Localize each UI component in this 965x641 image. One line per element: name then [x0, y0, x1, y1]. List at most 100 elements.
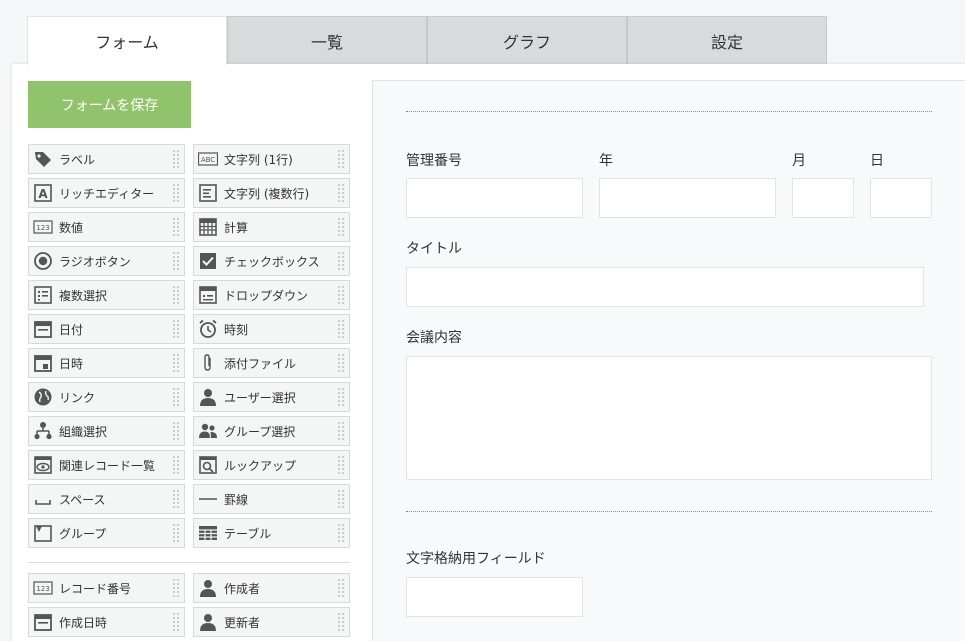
palette-item-left-5[interactable]: 日付	[28, 314, 185, 344]
group-icon	[33, 523, 53, 543]
palette-item-right-7[interactable]: ユーザー選択	[193, 382, 350, 412]
globe-icon	[33, 387, 53, 407]
drag-handle-icon[interactable]	[172, 489, 181, 509]
drag-handle-icon[interactable]	[337, 353, 346, 373]
form-layout-canvas: 管理番号 年 月 日 タイトル 会議内容 文字格納用フィールド	[372, 80, 965, 641]
palette-item-right-0[interactable]: ABC 文字列 (1行)	[193, 144, 350, 174]
palette-item-label: リッチエディター	[59, 186, 155, 201]
palette-item-right-11[interactable]: テーブル	[193, 518, 350, 548]
management-number-input[interactable]	[406, 178, 583, 218]
tab-list[interactable]: 一覧	[227, 16, 427, 64]
drag-handle-icon[interactable]	[172, 285, 181, 305]
form-editor-panel: フォームを保存 ラベル A リッチエディター 123 数値 ラジオボタン 複数選択 日付 日時リ…	[12, 64, 965, 641]
palette-item-left-7[interactable]: リンク	[28, 382, 185, 412]
palette-item-right-2[interactable]: 計算	[193, 212, 350, 242]
palette-item-label: リンク	[59, 390, 96, 405]
palette-item-label: チェックボックス	[224, 254, 320, 269]
storage-input[interactable]	[406, 577, 583, 617]
drag-handle-icon[interactable]	[172, 455, 181, 475]
meeting-content-textarea[interactable]	[406, 356, 932, 480]
drag-handle-icon[interactable]	[337, 183, 346, 203]
calculator-icon	[198, 217, 218, 237]
drag-handle-icon[interactable]	[337, 285, 346, 305]
drag-handle-icon[interactable]	[337, 612, 346, 632]
save-form-button[interactable]: フォームを保存	[28, 81, 191, 128]
tab-graph[interactable]: グラフ	[427, 16, 627, 64]
drag-handle-icon[interactable]	[337, 489, 346, 509]
space-icon	[33, 489, 53, 509]
palette-item-system-2[interactable]: 作成日時	[28, 607, 185, 637]
day-input[interactable]	[870, 178, 932, 218]
drag-handle-icon[interactable]	[172, 217, 181, 237]
drag-handle-icon[interactable]	[337, 421, 346, 441]
palette-item-system-3[interactable]: 更新者	[193, 607, 350, 637]
field-label-day: 日	[870, 153, 884, 169]
palette-item-right-10[interactable]: 罫線	[193, 484, 350, 514]
drag-handle-icon[interactable]	[172, 149, 181, 169]
svg-text:123: 123	[36, 224, 49, 232]
palette-item-right-8[interactable]: グループ選択	[193, 416, 350, 446]
drag-handle-icon[interactable]	[337, 387, 346, 407]
org-icon	[33, 421, 53, 441]
palette-item-left-0[interactable]: ラベル	[28, 144, 185, 174]
palette-item-label: 計算	[224, 220, 249, 235]
month-input[interactable]	[792, 178, 854, 218]
palette-item-left-9[interactable]: 関連レコード一覧	[28, 450, 185, 480]
drag-handle-icon[interactable]	[337, 319, 346, 339]
palette-item-left-11[interactable]: グループ	[28, 518, 185, 548]
palette-item-label: 関連レコード一覧	[59, 458, 156, 473]
title-input[interactable]	[406, 267, 924, 307]
drag-handle-icon[interactable]	[337, 251, 346, 271]
drag-handle-icon[interactable]	[172, 387, 181, 407]
palette-item-right-9[interactable]: ルックアップ	[193, 450, 350, 480]
palette-item-system-1[interactable]: 作成者	[193, 573, 350, 603]
palette-item-system-0[interactable]: 123 レコード番号	[28, 573, 185, 603]
multi-select-icon	[33, 285, 53, 305]
drag-handle-icon[interactable]	[172, 319, 181, 339]
dropdown-icon	[198, 285, 218, 305]
palette-item-left-6[interactable]: 日時	[28, 348, 185, 378]
drag-handle-icon[interactable]	[172, 578, 181, 598]
palette-item-right-4[interactable]: ドロップダウン	[193, 280, 350, 310]
field-label-title: タイトル	[406, 241, 462, 257]
palette-item-left-8[interactable]: 組織選択	[28, 416, 185, 446]
date-icon	[33, 319, 53, 339]
drag-handle-icon[interactable]	[172, 251, 181, 271]
palette-item-label: 日付	[59, 322, 84, 337]
drag-handle-icon[interactable]	[337, 523, 346, 543]
svg-text:A: A	[38, 187, 48, 201]
palette-item-left-4[interactable]: 複数選択	[28, 280, 185, 310]
palette-item-left-3[interactable]: ラジオボタン	[28, 246, 185, 276]
palette-item-right-6[interactable]: 添付ファイル	[193, 348, 350, 378]
drag-handle-icon[interactable]	[337, 217, 346, 237]
rule-line-field[interactable]	[406, 511, 932, 512]
drag-handle-icon[interactable]	[172, 183, 181, 203]
tab-settings[interactable]: 設定	[627, 16, 827, 64]
drag-handle-icon[interactable]	[337, 455, 346, 475]
drag-handle-icon[interactable]	[172, 353, 181, 373]
palette-item-left-10[interactable]: スペース	[28, 484, 185, 514]
field-label-month: 月	[792, 153, 806, 169]
drag-handle-icon[interactable]	[337, 149, 346, 169]
palette-item-right-3[interactable]: チェックボックス	[193, 246, 350, 276]
year-input[interactable]	[599, 178, 776, 218]
tab-form[interactable]: フォーム	[27, 16, 227, 65]
palette-item-label: 作成日時	[59, 615, 108, 630]
palette-item-label: 罫線	[224, 492, 249, 507]
drag-handle-icon[interactable]	[172, 523, 181, 543]
drag-handle-icon[interactable]	[337, 578, 346, 598]
drag-handle-icon[interactable]	[172, 612, 181, 632]
palette-item-right-1[interactable]: 文字列 (複数行)	[193, 178, 350, 208]
drag-handle-icon[interactable]	[172, 421, 181, 441]
svg-text:ABC: ABC	[201, 156, 215, 164]
palette-item-right-5[interactable]: 時刻	[193, 314, 350, 344]
radio-icon	[33, 251, 53, 271]
lookup-icon	[198, 455, 218, 475]
palette-item-label: 添付ファイル	[224, 356, 297, 371]
palette-item-left-2[interactable]: 123 数値	[28, 212, 185, 242]
palette-item-label: 組織選択	[59, 424, 108, 439]
palette-item-label: 更新者	[224, 615, 261, 630]
palette-item-label: ユーザー選択	[224, 390, 296, 405]
text-multi-icon	[198, 183, 218, 203]
palette-item-left-1[interactable]: A リッチエディター	[28, 178, 185, 208]
